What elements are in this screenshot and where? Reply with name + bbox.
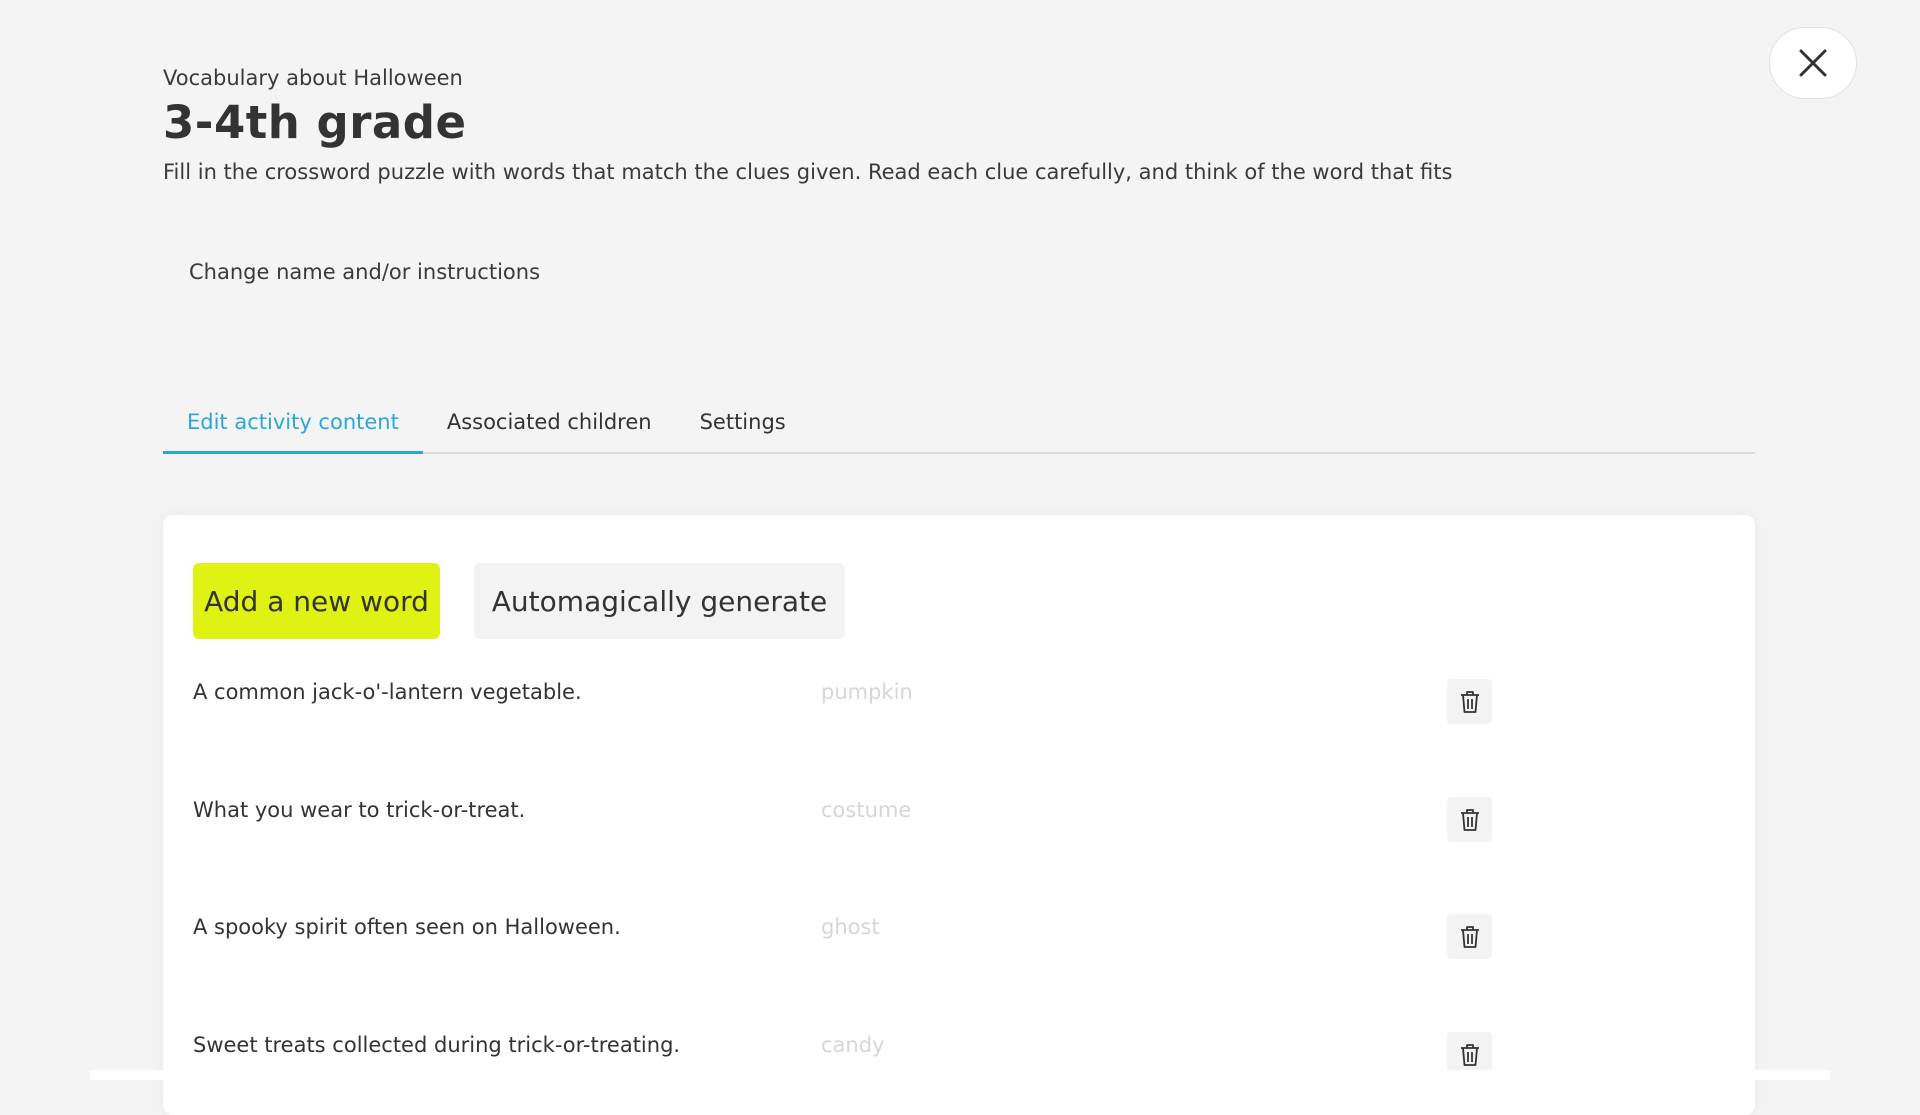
clue-text[interactable]: A common jack-o'-lantern vegetable. bbox=[193, 680, 582, 704]
answer-text[interactable]: candy bbox=[821, 1033, 884, 1057]
list-item: What you wear to trick-or-treat. costume bbox=[193, 797, 1663, 846]
change-name-link[interactable]: Change name and/or instructions bbox=[189, 260, 540, 284]
close-button[interactable] bbox=[1769, 27, 1857, 99]
list-item: A spooky spirit often seen on Halloween.… bbox=[193, 914, 1663, 963]
list-item: A common jack-o'-lantern vegetable. pump… bbox=[193, 679, 1663, 728]
close-icon bbox=[1799, 49, 1827, 77]
tab-edit-activity-content[interactable]: Edit activity content bbox=[163, 400, 423, 454]
trash-icon bbox=[1460, 925, 1479, 948]
clue-text[interactable]: A spooky spirit often seen on Halloween. bbox=[193, 915, 621, 939]
bottom-panel-edge bbox=[90, 1070, 1830, 1080]
tab-settings[interactable]: Settings bbox=[676, 400, 810, 452]
activity-instructions: Fill in the crossword puzzle with words … bbox=[163, 160, 1453, 184]
page-title: 3-4th grade bbox=[163, 96, 467, 149]
answer-text[interactable]: costume bbox=[821, 798, 911, 822]
clue-text[interactable]: Sweet treats collected during trick-or-t… bbox=[193, 1033, 680, 1057]
trash-icon bbox=[1460, 808, 1479, 831]
answer-text[interactable]: ghost bbox=[821, 915, 880, 939]
tab-associated-children[interactable]: Associated children bbox=[423, 400, 676, 452]
answer-text[interactable]: pumpkin bbox=[821, 680, 913, 704]
trash-icon bbox=[1460, 690, 1479, 713]
tab-bar: Edit activity content Associated childre… bbox=[163, 400, 1755, 454]
trash-icon bbox=[1460, 1043, 1479, 1066]
delete-button[interactable] bbox=[1447, 679, 1492, 724]
word-list-card: Add a new word Automagically generate A … bbox=[163, 515, 1755, 1115]
clue-text[interactable]: What you wear to trick-or-treat. bbox=[193, 798, 525, 822]
activity-subtitle: Vocabulary about Halloween bbox=[163, 66, 463, 90]
generate-button[interactable]: Automagically generate bbox=[474, 563, 845, 639]
delete-button[interactable] bbox=[1447, 914, 1492, 959]
delete-button[interactable] bbox=[1447, 797, 1492, 842]
add-word-button[interactable]: Add a new word bbox=[193, 563, 440, 639]
